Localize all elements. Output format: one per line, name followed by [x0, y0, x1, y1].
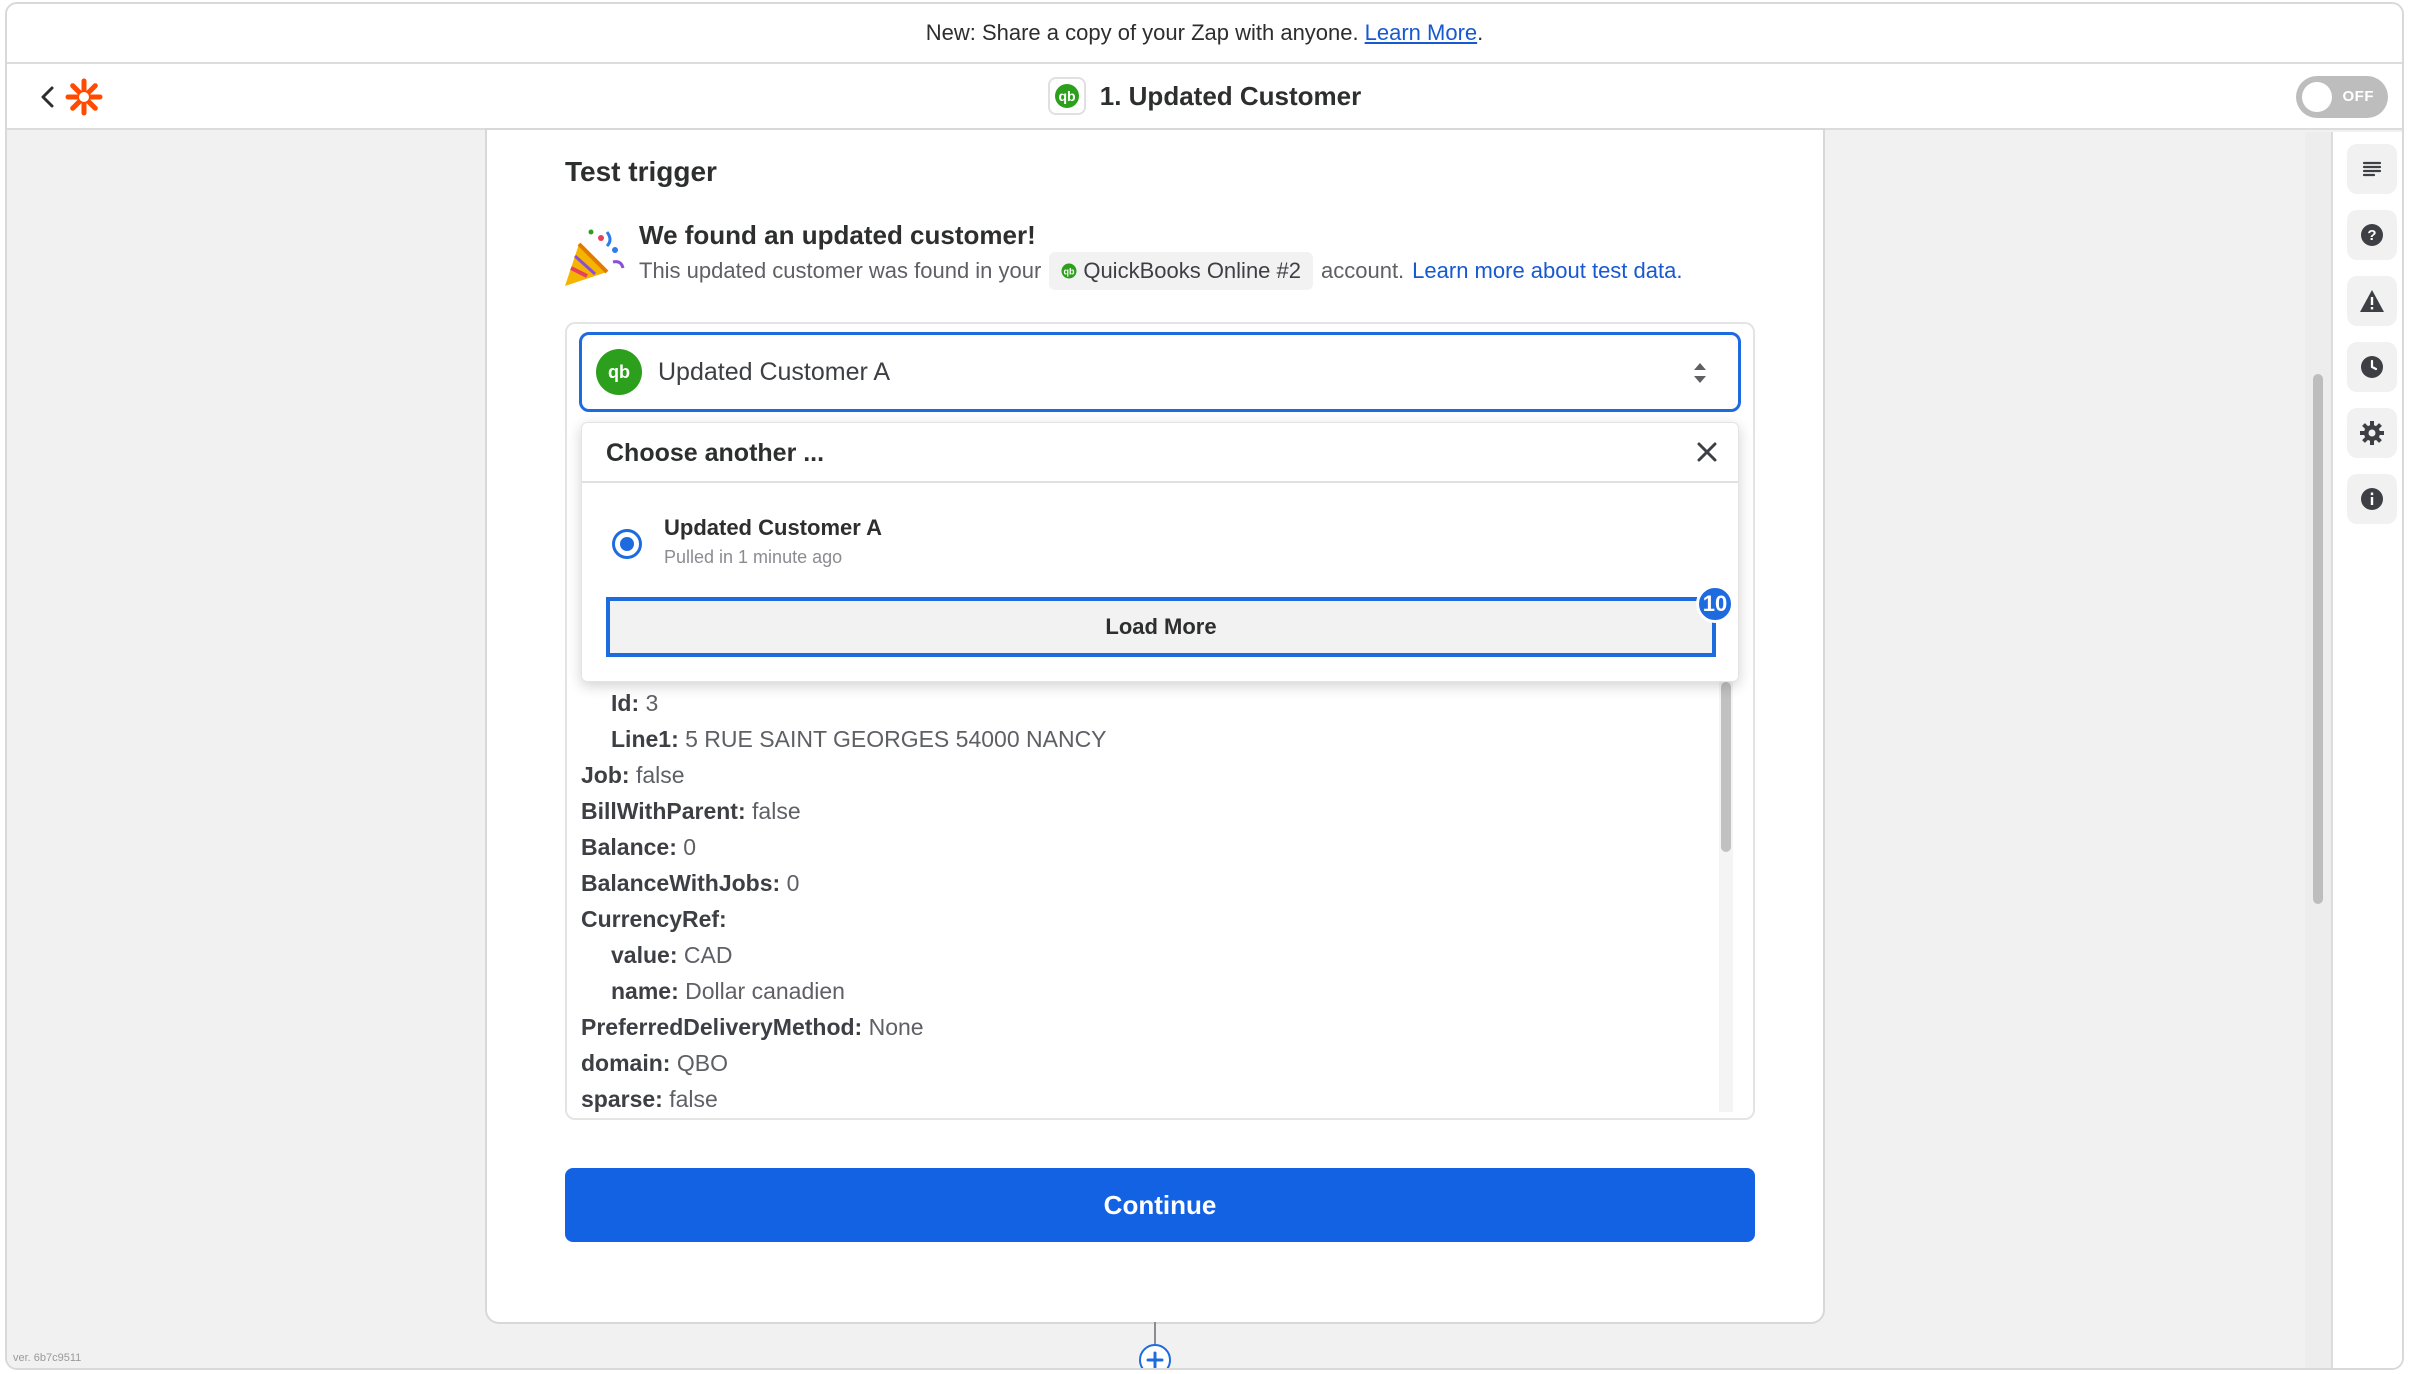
sample-option-title: Updated Customer A	[664, 515, 882, 540]
account-name: QuickBooks Online #2	[1083, 258, 1301, 283]
test-data-scrollbar[interactable]	[1719, 682, 1733, 1112]
announcement-banner: New: Share a copy of your Zap with anyon…	[7, 4, 2402, 64]
field-row: domain: QBO	[581, 1050, 728, 1077]
choose-sample-dropdown: Choose another ... Updated Customer A Pu…	[581, 422, 1739, 682]
field-value: CAD	[683, 942, 733, 968]
field-key: CurrencyRef:	[581, 906, 727, 932]
zap-on-off-toggle[interactable]: OFF	[2296, 76, 2388, 118]
field-key: sparse:	[581, 1086, 663, 1112]
count-badge: 10	[1696, 585, 1734, 623]
field-key: value:	[611, 942, 678, 968]
dropdown-title: Choose another ...	[606, 439, 825, 467]
field-row: sparse: false	[581, 1086, 718, 1113]
continue-button[interactable]: Continue	[565, 1168, 1755, 1242]
right-sidebar: ?	[2331, 132, 2402, 1368]
alert-icon[interactable]	[2347, 276, 2397, 326]
editor-canvas: Test trigger We found an updated custome…	[7, 128, 2402, 1368]
field-value: false	[635, 762, 685, 788]
field-value: Dollar canadien	[685, 978, 845, 1004]
field-row: Job: false	[581, 762, 685, 789]
field-key: Line1:	[611, 726, 679, 752]
field-value: false	[752, 798, 801, 824]
found-desc-suffix: account.	[1321, 258, 1405, 283]
party-popper-icon	[561, 226, 625, 290]
field-value: 0	[786, 870, 800, 896]
sample-option-subtitle: Pulled in 1 minute ago	[664, 547, 843, 567]
svg-text:qb: qb	[1064, 267, 1075, 277]
load-more-button[interactable]: Load More	[606, 597, 1716, 657]
field-key: name:	[611, 978, 679, 1004]
zap-step-title-group: qb 1. Updated Customer	[7, 64, 2402, 128]
history-icon[interactable]	[2347, 342, 2397, 392]
radio-selected[interactable]	[612, 529, 642, 559]
sample-option[interactable]: Updated Customer A Pulled in 1 minute ag…	[612, 513, 1112, 573]
field-row: BillWithParent: false	[581, 798, 801, 825]
field-row: CurrencyRef:	[581, 906, 727, 933]
sort-arrows-icon	[1692, 359, 1708, 387]
field-row: Line1: 5 RUE SAINT GEORGES 54000 NANCY	[611, 726, 1107, 753]
quickbooks-icon: qb	[1047, 77, 1086, 115]
quickbooks-icon: qb	[596, 349, 642, 395]
field-key: domain:	[581, 1050, 671, 1076]
toggle-label: OFF	[2342, 88, 2374, 105]
field-row: value: CAD	[611, 942, 732, 969]
field-row: name: Dollar canadien	[611, 978, 845, 1005]
toggle-knob	[2302, 82, 2332, 112]
account-chip: qb QuickBooks Online #2	[1049, 252, 1313, 290]
svg-text:qb: qb	[1058, 88, 1075, 104]
svg-text:qb: qb	[608, 362, 630, 382]
section-title: Test trigger	[565, 156, 717, 187]
test-data-scrollbar-thumb[interactable]	[1721, 682, 1731, 852]
settings-icon[interactable]	[2347, 408, 2397, 458]
field-value: 0	[683, 834, 697, 860]
canvas-scrollbar-thumb[interactable]	[2313, 374, 2323, 904]
field-key: Job:	[581, 762, 630, 788]
close-icon[interactable]	[1692, 437, 1722, 467]
info-icon[interactable]	[2347, 474, 2397, 524]
help-icon[interactable]: ?	[2347, 210, 2397, 260]
editor-topbar: qb 1. Updated Customer OFF	[7, 64, 2402, 130]
field-value: None	[868, 1014, 924, 1040]
notes-icon[interactable]	[2347, 144, 2397, 194]
field-key: PreferredDeliveryMethod:	[581, 1014, 863, 1040]
field-row: PreferredDeliveryMethod: None	[581, 1014, 924, 1041]
field-value: 5 RUE SAINT GEORGES 54000 NANCY	[685, 726, 1107, 752]
app-frame: New: Share a copy of your Zap with anyon…	[5, 2, 2404, 1370]
field-value: false	[669, 1086, 718, 1112]
banner-trailing-period: .	[1477, 20, 1484, 45]
field-key: BalanceWithJobs:	[581, 870, 781, 896]
svg-text:?: ?	[2367, 227, 2376, 244]
found-description: This updated customer was found in your …	[639, 252, 1682, 290]
found-title: We found an updated customer!	[639, 220, 1036, 250]
field-value: 3	[645, 690, 659, 716]
field-key: BillWithParent:	[581, 798, 746, 824]
banner-learn-more-link[interactable]: Learn More	[1365, 20, 1478, 46]
page-title: 1. Updated Customer	[1099, 80, 1362, 111]
add-step-plus-icon[interactable]	[1139, 1344, 1171, 1368]
learn-more-test-data-link[interactable]: Learn more about test data.	[1412, 258, 1682, 284]
step-panel: Test trigger We found an updated custome…	[485, 128, 1825, 1324]
selected-sample-label: Updated Customer A	[658, 357, 891, 386]
dropdown-header: Choose another ...	[582, 423, 1738, 483]
field-key: Balance:	[581, 834, 677, 860]
quickbooks-small-icon: qb	[1061, 263, 1077, 279]
banner-text: New: Share a copy of your Zap with anyon…	[925, 20, 1359, 45]
version-label: ver. 6b7c9511	[13, 1352, 82, 1364]
field-row: BalanceWithJobs: 0	[581, 870, 799, 897]
field-row: Balance: 0	[581, 834, 696, 861]
field-value: QBO	[676, 1050, 728, 1076]
field-row: Id: 3	[611, 690, 658, 717]
found-desc-prefix: This updated customer was found in your	[639, 258, 1042, 283]
sample-select[interactable]: qb Updated Customer A	[579, 332, 1741, 412]
field-key: Id:	[611, 690, 640, 716]
